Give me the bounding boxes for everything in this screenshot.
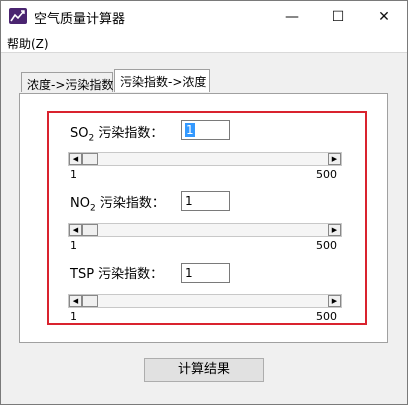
scroll-right-icon[interactable]: ▶ (328, 153, 341, 165)
input-value: 1 (185, 266, 193, 280)
app-window: 空气质量计算器 — ☐ ✕ 帮助(Z) 浓度->污染指数 污染指数->浓度 SO… (0, 0, 408, 405)
so2-index-input[interactable]: 1 (181, 120, 230, 140)
tsp-index-input[interactable]: 1 (181, 263, 230, 283)
scroll-left-icon[interactable]: ◀ (69, 295, 82, 307)
input-value: 1 (185, 123, 195, 137)
tab-label: 浓度->污染指数 (27, 78, 114, 92)
so2-slider[interactable]: ◀ ▶ (68, 152, 342, 166)
close-button[interactable]: ✕ (361, 1, 407, 32)
slider-min-label: 1 (70, 239, 77, 252)
slider-max-label: 500 (316, 168, 337, 181)
no2-index-input[interactable]: 1 (181, 191, 230, 211)
tsp-label: TSP 污染指数： (70, 267, 164, 282)
scroll-left-icon[interactable]: ◀ (69, 153, 82, 165)
scroll-right-icon[interactable]: ▶ (328, 224, 341, 236)
chart-line-icon (9, 8, 27, 24)
slider-min-label: 1 (70, 168, 77, 181)
title-bar[interactable]: 空气质量计算器 — ☐ ✕ (1, 1, 407, 32)
close-icon: ✕ (378, 8, 390, 25)
minimize-button[interactable]: — (269, 1, 315, 32)
tsp-slider[interactable]: ◀ ▶ (68, 294, 342, 308)
no2-label: NO2 污染指数： (70, 196, 165, 214)
scroll-right-icon[interactable]: ▶ (328, 295, 341, 307)
calculate-button[interactable]: 计算结果 (144, 358, 264, 382)
slider-max-label: 500 (316, 310, 337, 323)
scroll-left-icon[interactable]: ◀ (69, 224, 82, 236)
menu-bar: 帮助(Z) (1, 32, 407, 53)
slider-thumb[interactable] (82, 295, 98, 307)
slider-thumb[interactable] (82, 224, 98, 236)
slider-min-label: 1 (70, 310, 77, 323)
menu-help[interactable]: 帮助(Z) (7, 35, 49, 52)
tab-index-to-concentration[interactable]: 污染指数->浓度 (114, 69, 210, 92)
window-title: 空气质量计算器 (34, 12, 126, 27)
input-value: 1 (185, 194, 193, 208)
so2-label: SO2 污染指数： (70, 126, 164, 144)
minimize-icon: — (285, 8, 299, 25)
maximize-button[interactable]: ☐ (315, 1, 361, 32)
tab-label: 污染指数->浓度 (120, 75, 207, 89)
slider-thumb[interactable] (82, 153, 98, 165)
maximize-icon: ☐ (331, 8, 345, 25)
tab-concentration-to-index[interactable]: 浓度->污染指数 (21, 72, 113, 92)
slider-max-label: 500 (316, 239, 337, 252)
button-label: 计算结果 (177, 362, 230, 377)
no2-slider[interactable]: ◀ ▶ (68, 223, 342, 237)
